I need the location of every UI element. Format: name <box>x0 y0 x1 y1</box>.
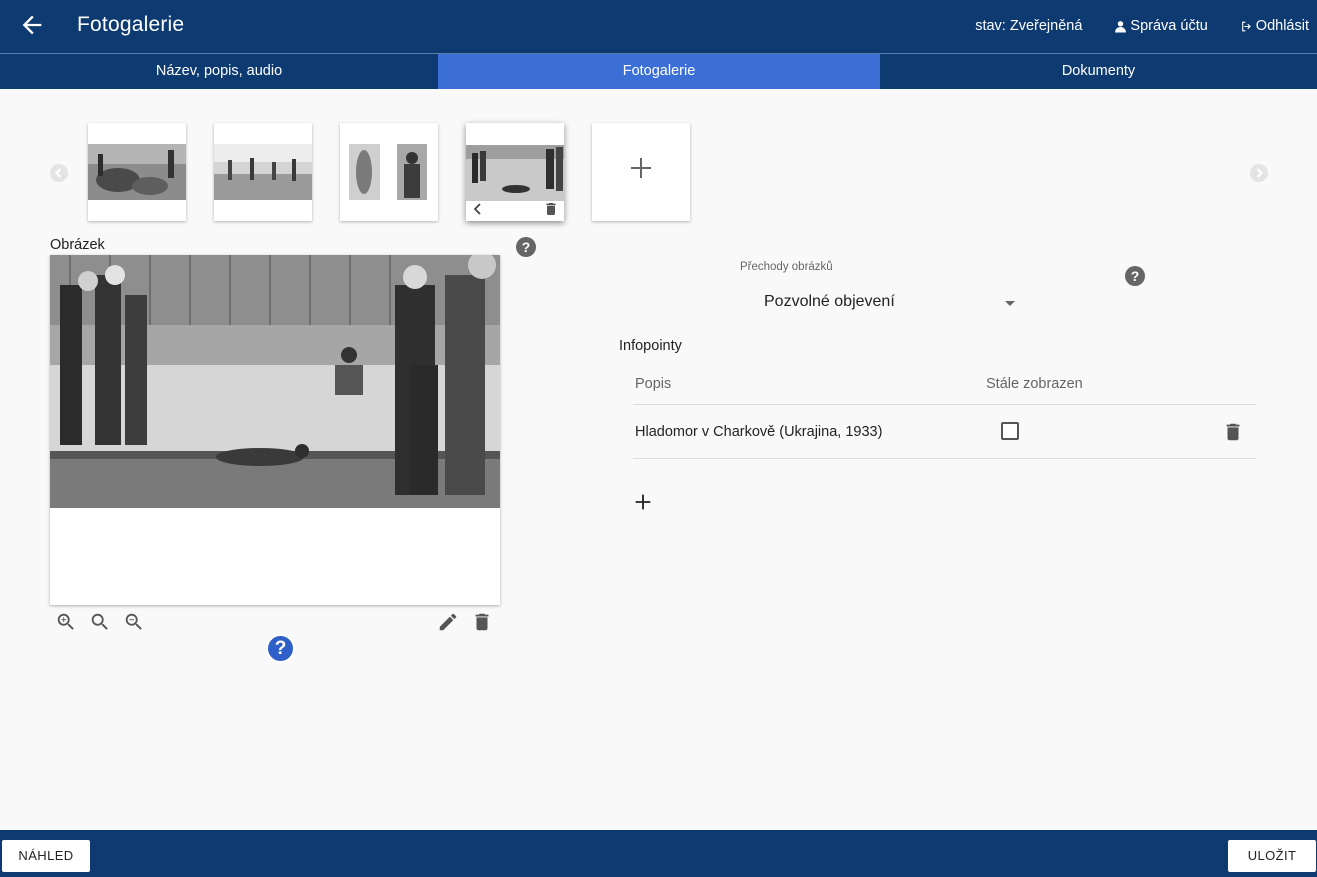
app-bar: Fotogalerie stav: Zveřejněná Správa účtu… <box>0 0 1317 53</box>
delete-thumbnail-icon[interactable] <box>543 201 559 217</box>
infopoint-description: Hladomor v Charkově (Ukrajina, 1933) <box>635 424 883 440</box>
tab-documents[interactable]: Dokumenty <box>880 54 1317 89</box>
preview-button[interactable]: NÁHLED <box>2 840 90 872</box>
add-photo-button[interactable] <box>592 123 690 221</box>
gallery-thumbnail-3[interactable] <box>340 123 438 221</box>
gallery-thumbnail-1[interactable] <box>88 123 186 221</box>
photo-thumbnail <box>340 144 438 200</box>
infopoints-title: Infopointy <box>619 338 682 354</box>
sign-out-icon <box>1241 21 1251 31</box>
selected-photo <box>50 255 500 508</box>
logout-link[interactable]: Odhlásit <box>1240 18 1309 34</box>
gallery-thumbnail-2[interactable] <box>214 123 312 221</box>
help-icon[interactable]: ? <box>516 237 536 257</box>
tab-photo-gallery[interactable]: Fotogalerie <box>438 54 880 89</box>
account-link-label: Správa účtu <box>1130 18 1208 34</box>
dropdown-caret-icon <box>1005 301 1015 306</box>
infopoints-table: Popis Stále zobrazen Hladomor v Charkově… <box>633 366 1256 459</box>
zoom-in-icon[interactable] <box>55 611 77 633</box>
transition-select-value: Pozvolné objevení <box>764 293 895 310</box>
column-header-always-shown: Stále zobrazen <box>986 376 1083 392</box>
column-header-description: Popis <box>635 376 672 392</box>
edit-pencil-icon[interactable] <box>437 611 459 633</box>
delete-infopoint-icon[interactable] <box>1222 421 1244 443</box>
save-button[interactable]: ULOŽIT <box>1228 840 1316 872</box>
delete-image-icon[interactable] <box>471 611 493 633</box>
zoom-out-icon[interactable] <box>123 611 145 633</box>
photo-thumbnail <box>466 145 564 201</box>
carousel-next-icon[interactable] <box>1250 164 1268 182</box>
zoom-reset-icon[interactable] <box>89 611 111 633</box>
image-section-label: Obrázek <box>50 237 105 253</box>
logout-link-label: Odhlásit <box>1255 18 1309 34</box>
table-header: Popis Stále zobrazen <box>633 366 1256 405</box>
transitions-label: Přechody obrázků <box>740 261 833 273</box>
infopoint-marker[interactable]: ? <box>266 634 295 663</box>
account-link[interactable]: Správa účtu <box>1114 18 1208 34</box>
photo-thumbnail <box>88 144 186 200</box>
add-infopoint-icon[interactable] <box>632 491 654 513</box>
tab-name-description-audio[interactable]: Název, popis, audio <box>0 54 438 89</box>
photo-thumbnail <box>214 144 312 200</box>
gallery-thumbnail-4[interactable] <box>466 123 564 221</box>
back-arrow-icon[interactable] <box>18 11 46 39</box>
move-left-icon[interactable] <box>470 201 486 217</box>
page-title: Fotogalerie <box>77 13 185 36</box>
status-label: stav: Zveřejněná <box>975 18 1083 34</box>
always-shown-checkbox[interactable] <box>1001 422 1019 440</box>
help-icon[interactable]: ? <box>1125 266 1145 286</box>
carousel-prev-icon[interactable] <box>50 164 68 182</box>
bottom-bar: NÁHLED ULOŽIT <box>0 830 1317 877</box>
user-icon <box>1115 20 1127 32</box>
tab-bar: Název, popis, audio Fotogalerie Dokument… <box>0 53 1317 89</box>
table-row: Hladomor v Charkově (Ukrajina, 1933) <box>633 405 1256 459</box>
transition-select[interactable]: Pozvolné objevení <box>757 290 1021 316</box>
plus-icon <box>631 158 651 178</box>
image-editor: ? <box>50 255 500 663</box>
